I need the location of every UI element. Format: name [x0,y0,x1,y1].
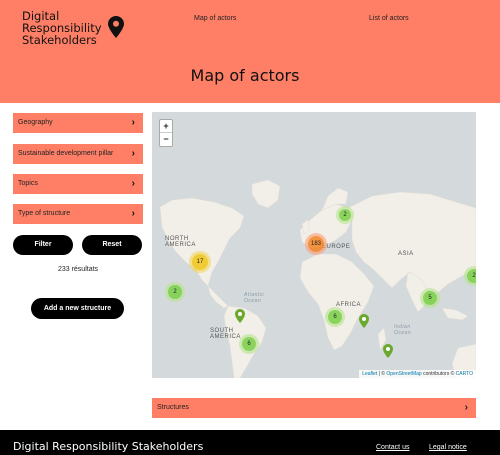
add-structure-button[interactable]: Add a new structure [31,298,124,319]
cluster-count: 5 [428,295,432,301]
actors-map[interactable]: + − NORTH AMERICA EUROPE ASIA AFRICA SOU… [152,112,476,378]
leaflet-link[interactable]: Leaflet [362,371,377,377]
chevron-right-icon: › [131,178,135,189]
filter-type-of-structure[interactable]: Type of structure › [13,204,143,224]
chevron-right-icon: › [464,402,468,413]
map-cluster[interactable]: 183 [305,233,327,255]
filter-label: Geography [18,119,53,126]
map-cluster[interactable]: 2 [165,282,185,302]
cluster-count: 2 [472,273,476,279]
cluster-count: 17 [196,259,204,265]
structures-label: Structures [157,404,189,411]
chevron-right-icon: › [131,208,135,219]
chevron-right-icon: › [131,117,135,128]
map-cluster[interactable]: 2 [464,266,476,286]
map-cluster[interactable]: 5 [420,288,440,308]
label-asia: ASIA [398,251,414,257]
map-cluster[interactable]: 17 [189,251,211,273]
footer-brand: Digital Responsibility Stakeholders [13,440,204,453]
attribution-text: contributors © [421,371,456,377]
map-marker-icon[interactable] [359,314,369,328]
map-attribution: Leaflet | © OpenStreetMap contributors ©… [359,370,476,378]
label-atlantic-ocean: Atlantic Ocean [244,292,264,304]
label-indian-ocean: Indian Ocean [394,324,411,336]
map-cluster[interactable]: 6 [325,307,345,327]
label-line: AMERICA [210,334,241,340]
brand-line: Stakeholders [22,33,97,47]
site-header: Digital Responsibility Stakeholders Map … [0,0,500,103]
filter-label: Sustainable development pillar [18,150,114,157]
chevron-right-icon: › [131,148,135,159]
filter-button[interactable]: Filter [13,235,73,255]
site-footer: Digital Responsibility Stakeholders Cont… [0,430,500,455]
map-pin-icon [108,16,124,38]
cluster-count: 2 [343,212,347,218]
page-title: Map of actors [190,66,300,85]
structures-panel-toggle[interactable]: Structures › [152,398,476,418]
contact-us-link[interactable]: Contact us [376,444,409,451]
label-north-america: NORTH AMERICA [165,236,196,248]
map-cluster[interactable]: 6 [239,334,259,354]
carto-link[interactable]: CARTO [456,371,473,377]
nav-list-of-actors[interactable]: List of actors [369,15,409,22]
map-marker-icon[interactable] [383,344,393,358]
label-south-america: SOUTH AMERICA [210,328,241,340]
zoom-control: + − [159,119,173,147]
zoom-in-button[interactable]: + [160,120,172,133]
cluster-count: 6 [333,314,337,320]
attribution-text: | © [377,371,387,377]
filter-sustainable-development-pillar[interactable]: Sustainable development pillar › [13,144,143,164]
filter-geography[interactable]: Geography › [13,113,143,133]
openstreetmap-link[interactable]: OpenStreetMap [386,371,421,377]
site-logo-text[interactable]: Digital Responsibility Stakeholders [22,10,102,46]
filter-topics[interactable]: Topics › [13,174,143,194]
cluster-count: 6 [247,341,251,347]
map-marker-icon[interactable] [235,309,245,323]
filter-label: Type of structure [18,210,71,217]
results-count: 233 résultats [57,266,99,273]
map-cluster[interactable]: 2 [336,206,354,224]
legal-notice-link[interactable]: Legal notice [429,444,467,451]
cluster-count: 183 [310,241,321,247]
label-line: AMERICA [165,242,196,248]
label-line: Ocean [244,298,262,304]
filter-label: Topics [18,180,38,187]
nav-map-of-actors[interactable]: Map of actors [194,15,236,22]
reset-button[interactable]: Reset [82,235,142,255]
cluster-count: 2 [173,289,177,295]
zoom-out-button[interactable]: − [160,133,172,146]
label-line: Ocean [394,330,412,336]
